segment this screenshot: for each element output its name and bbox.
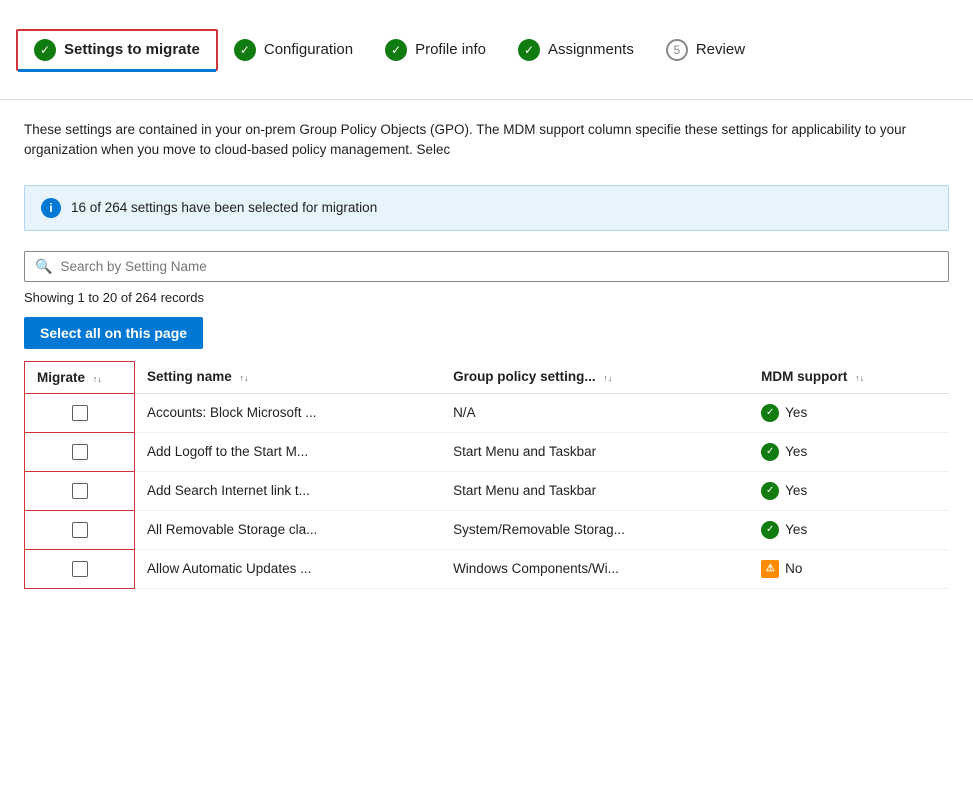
migrate-checkbox[interactable] xyxy=(72,561,88,577)
migrate-checkbox[interactable] xyxy=(72,483,88,499)
records-count: Showing 1 to 20 of 264 records xyxy=(24,290,949,305)
step-review[interactable]: 5 Review xyxy=(650,31,761,69)
mdm-support-cell: ⚠ No xyxy=(749,549,949,588)
mdm-support-cell: ✓ Yes xyxy=(749,393,949,432)
migrate-checkbox[interactable] xyxy=(72,522,88,538)
info-banner: i 16 of 264 settings have been selected … xyxy=(24,185,949,231)
step-label-2: Configuration xyxy=(264,41,353,58)
mdm-yes-label: Yes xyxy=(785,483,807,498)
settings-table: Migrate ↑↓ Setting name ↑↓ Group policy … xyxy=(24,361,949,589)
mdm-yes-label: Yes xyxy=(785,522,807,537)
step-assignments[interactable]: ✓ Assignments xyxy=(502,31,650,69)
mdm-yes-icon: ✓ xyxy=(761,404,779,422)
setting-name-cell: Add Logoff to the Start M... xyxy=(135,432,442,471)
select-all-button[interactable]: Select all on this page xyxy=(24,317,203,349)
mdm-warn-icon: ⚠ xyxy=(761,560,779,578)
col-header-mdm-support[interactable]: MDM support ↑↓ xyxy=(749,361,949,393)
migrate-cell xyxy=(25,510,135,549)
migrate-checkbox[interactable] xyxy=(72,405,88,421)
setting-name-cell: Allow Automatic Updates ... xyxy=(135,549,442,588)
col-header-setting-name[interactable]: Setting name ↑↓ xyxy=(135,361,442,393)
search-container[interactable]: 🔍 xyxy=(24,251,949,282)
sort-icon-group-policy[interactable]: ↑↓ xyxy=(603,374,612,383)
info-icon: i xyxy=(41,198,61,218)
mdm-support-cell: ✓ Yes xyxy=(749,432,949,471)
migrate-cell xyxy=(25,549,135,588)
mdm-yes-icon: ✓ xyxy=(761,482,779,500)
search-icon: 🔍 xyxy=(35,258,52,275)
main-content: These settings are contained in your on-… xyxy=(0,100,973,609)
mdm-no-label: No xyxy=(785,561,802,576)
info-banner-text: 16 of 264 settings have been selected fo… xyxy=(71,200,377,215)
mdm-support-cell: ✓ Yes xyxy=(749,510,949,549)
sort-icon-mdm-support[interactable]: ↑↓ xyxy=(855,374,864,383)
step-label-1: Settings to migrate xyxy=(64,41,200,58)
mdm-yes-icon: ✓ xyxy=(761,443,779,461)
page-description: These settings are contained in your on-… xyxy=(24,120,949,161)
sort-icon-migrate[interactable]: ↑↓ xyxy=(93,375,102,384)
group-policy-cell: Start Menu and Taskbar xyxy=(441,432,749,471)
mdm-yes-icon: ✓ xyxy=(761,521,779,539)
step-check-icon-1: ✓ xyxy=(34,39,56,61)
group-policy-cell: Start Menu and Taskbar xyxy=(441,471,749,510)
step-settings-to-migrate[interactable]: ✓ Settings to migrate xyxy=(16,29,218,71)
group-policy-cell: Windows Components/Wi... xyxy=(441,549,749,588)
step-profile-info[interactable]: ✓ Profile info xyxy=(369,31,502,69)
migrate-cell xyxy=(25,432,135,471)
migrate-cell xyxy=(25,471,135,510)
setting-name-cell: Add Search Internet link t... xyxy=(135,471,442,510)
migrate-cell xyxy=(25,393,135,432)
wizard-steps: ✓ Settings to migrate ✓ Configuration ✓ … xyxy=(0,0,973,100)
group-policy-cell: N/A xyxy=(441,393,749,432)
step-num-icon-5: 5 xyxy=(666,39,688,61)
col-header-migrate[interactable]: Migrate ↑↓ xyxy=(25,361,135,393)
mdm-support-cell: ✓ Yes xyxy=(749,471,949,510)
table-row: All Removable Storage cla...System/Remov… xyxy=(25,510,950,549)
col-header-group-policy[interactable]: Group policy setting... ↑↓ xyxy=(441,361,749,393)
step-label-3: Profile info xyxy=(415,41,486,58)
sort-icon-setting-name[interactable]: ↑↓ xyxy=(240,374,249,383)
migrate-checkbox[interactable] xyxy=(72,444,88,460)
step-check-icon-2: ✓ xyxy=(234,39,256,61)
mdm-yes-label: Yes xyxy=(785,444,807,459)
table-row: Add Search Internet link t...Start Menu … xyxy=(25,471,950,510)
step-label-4: Assignments xyxy=(548,41,634,58)
step-configuration[interactable]: ✓ Configuration xyxy=(218,31,369,69)
step-check-icon-4: ✓ xyxy=(518,39,540,61)
group-policy-cell: System/Removable Storag... xyxy=(441,510,749,549)
search-input[interactable] xyxy=(60,259,938,274)
mdm-yes-label: Yes xyxy=(785,405,807,420)
setting-name-cell: Accounts: Block Microsoft ... xyxy=(135,393,442,432)
step-label-5: Review xyxy=(696,41,745,58)
table-row: Allow Automatic Updates ...Windows Compo… xyxy=(25,549,950,588)
step-check-icon-3: ✓ xyxy=(385,39,407,61)
table-row: Accounts: Block Microsoft ...N/A ✓ Yes xyxy=(25,393,950,432)
setting-name-cell: All Removable Storage cla... xyxy=(135,510,442,549)
table-row: Add Logoff to the Start M...Start Menu a… xyxy=(25,432,950,471)
